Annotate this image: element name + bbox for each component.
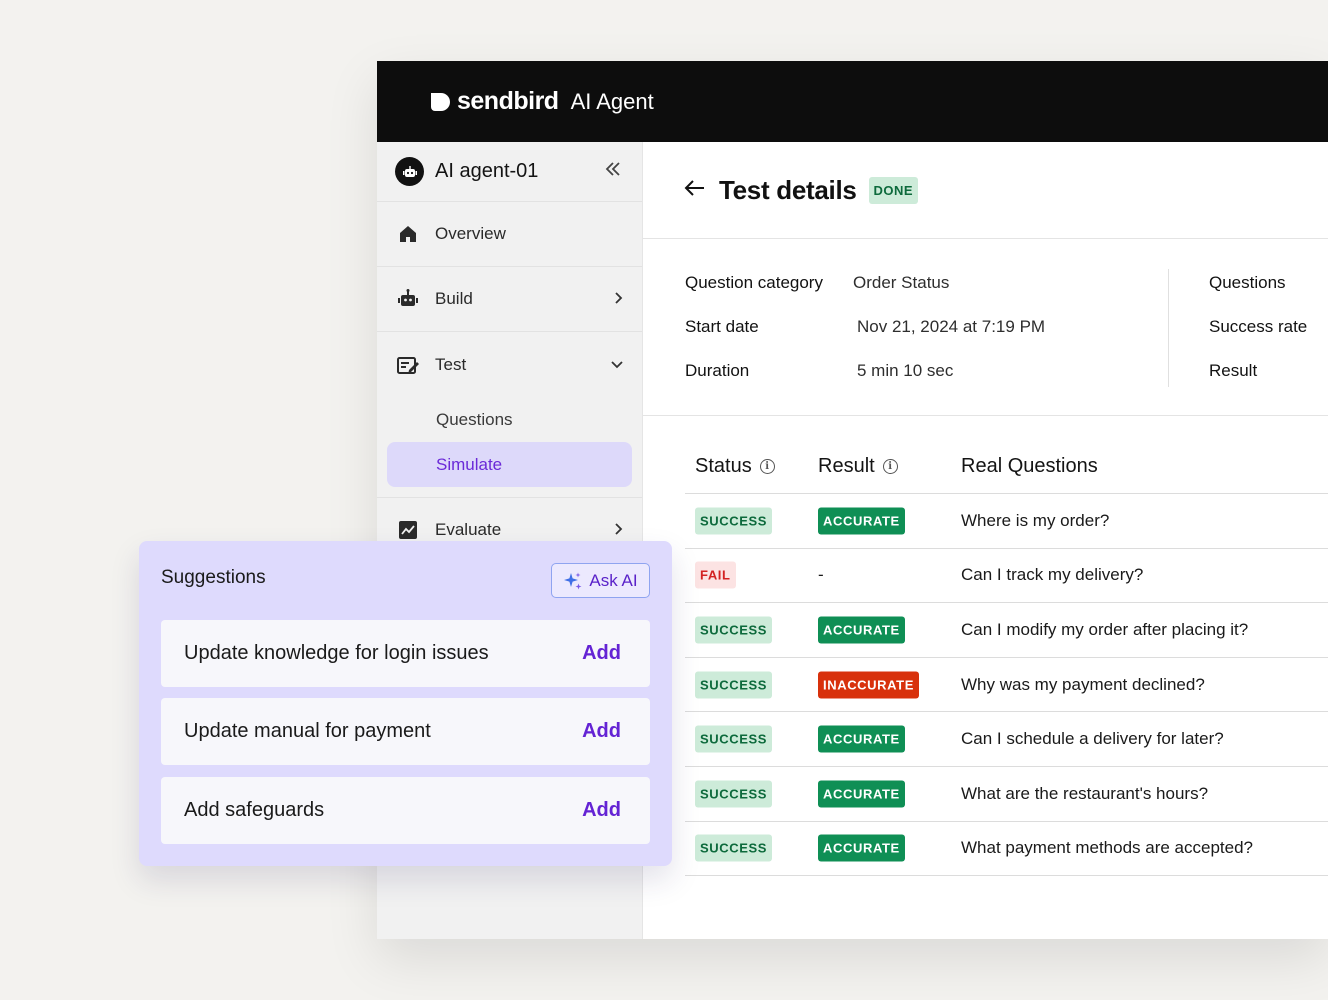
add-suggestion-button[interactable]: Add [582,642,621,665]
sidebar-item-label: Build [435,289,473,308]
question-text: What payment methods are accepted? [961,838,1253,858]
detail-label-questions: Questions [1209,273,1286,292]
result-badge: ACCURATE [818,834,905,862]
sidebar-item-build[interactable]: Build [377,267,642,332]
sidebar-subitem-questions[interactable]: Questions [387,397,632,442]
suggestion-item: Update knowledge for login issues Add [161,620,650,687]
detail-label: Start date [685,317,759,336]
chevron-down-icon [610,357,624,373]
detail-value: Nov 21, 2024 at 7:19 PM [857,317,1046,336]
sidebar-item-label: Overview [435,224,506,243]
sidebar-item-label: Test [435,354,467,374]
table-body: SUCCESS ACCURATE Where is my order? FAIL - Ca… [685,494,1328,877]
status-badge: SUCCESS [695,507,773,535]
chevron-right-icon [614,522,624,539]
add-suggestion-button[interactable]: Add [582,799,621,822]
add-suggestion-button[interactable]: Add [582,720,621,743]
table-row[interactable]: SUCCESS ACCURATE Can I modify my order aft… [685,603,1328,658]
result-badge: ACCURATE [818,780,905,808]
detail-row-duration: Duration 5 min 10 sec [685,361,953,381]
sidebar-group-test: Test Questions Simulate [377,332,642,498]
robot-avatar-icon [395,157,424,186]
info-icon[interactable]: i [882,458,898,474]
column-header-result[interactable]: Result i [818,455,898,478]
question-text: Can I schedule a delivery for later? [961,729,1224,749]
table-header: Status i Result i Real Questions [685,439,1328,494]
detail-value: Order Status [853,273,950,292]
brand-logo[interactable]: sendbird [429,87,559,116]
suggestion-item: Update manual for payment Add [161,698,650,765]
sparkle-icon [564,572,582,589]
detail-value: 5 min 10 sec [857,361,954,380]
column-header-label: Status [695,454,752,477]
result-badge: ACCURATE [818,507,905,535]
question-text: What are the restaurant's hours? [961,783,1209,803]
info-icon[interactable]: i [759,458,775,474]
column-header-question: Real Questions [961,454,1098,477]
sidebar-item-overview[interactable]: Overview [377,202,642,267]
status-badge: SUCCESS [695,671,773,699]
agent-name: AI agent-01 [435,160,539,182]
column-header-label: Result [818,454,875,477]
question-text: Where is my order? [961,510,1110,530]
detail-label-result: Result [1209,361,1258,380]
suggestion-item: Add safeguards Add [161,777,650,844]
table-row[interactable]: FAIL - Can I track my delivery? [685,549,1328,604]
detail-label: Question category [685,273,823,292]
chevron-right-icon [614,291,624,308]
suggestion-text: Update manual for payment [184,720,431,742]
detail-row-start: Start date Nov 21, 2024 at 7:19 PM [685,317,1045,337]
suggestion-text: Update knowledge for login issues [184,642,489,664]
top-bar: sendbird AI Agent [377,61,1328,142]
column-header-status[interactable]: Status i [695,455,775,478]
divider [1168,269,1169,387]
results-table: Status i Result i Real Questions SUCCESS… [685,439,1328,877]
question-text: Can I track my delivery? [961,565,1144,585]
table-row[interactable]: SUCCESS ACCURATE Where is my order? [685,494,1328,549]
ask-ai-label: Ask AI [589,570,638,590]
result-badge: ACCURATE [818,616,905,644]
home-icon [397,223,419,245]
test-summary: Question category Order Status Start dat… [643,239,1328,416]
agent-selector[interactable]: AI agent-01 [377,142,642,202]
page-title: Test details [719,174,857,205]
collapse-sidebar-icon[interactable] [604,160,622,183]
robot-icon [397,288,419,310]
status-badge: SUCCESS [695,780,773,808]
table-row[interactable]: SUCCESS INACCURATE Why was my payment decl… [685,658,1328,713]
detail-label: Duration [685,361,750,380]
status-badge: SUCCESS [695,834,773,862]
page-header: Test details DONE [643,142,1328,239]
suggestions-panel: Suggestions Ask AI Update knowledge for … [139,541,672,866]
detail-row-category: Question category Order Status [685,273,949,293]
result-badge: - [818,565,824,585]
sidebar-item-test[interactable]: Test [377,332,642,397]
ask-ai-button[interactable]: Ask AI [551,563,650,598]
chart-trend-icon [397,519,419,541]
back-arrow-icon[interactable] [683,176,705,204]
table-row[interactable]: SUCCESS ACCURATE Can I schedule a delivery… [685,712,1328,767]
detail-label-success-rate: Success rate [1209,317,1308,336]
product-name: AI Agent [570,88,654,114]
result-badge: INACCURATE [818,671,919,699]
sidebar-subitem-simulate[interactable]: Simulate [387,442,632,487]
status-badge: DONE [868,176,919,204]
table-row[interactable]: SUCCESS ACCURATE What are the restaurant's… [685,767,1328,822]
edit-list-icon [397,354,419,376]
result-badge: ACCURATE [818,725,905,753]
status-badge: FAIL [695,561,736,589]
status-badge: SUCCESS [695,725,773,753]
sidebar-item-label: Evaluate [435,520,502,539]
suggestion-text: Add safeguards [184,799,325,821]
question-text: Can I modify my order after placing it? [961,619,1249,639]
question-text: Why was my payment declined? [961,674,1205,694]
brand-name: sendbird [457,87,559,115]
main-panel: Test details DONE Question category Orde… [643,142,1328,939]
table-row[interactable]: SUCCESS ACCURATE What payment methods are … [685,822,1328,877]
status-badge: SUCCESS [695,616,773,644]
suggestions-title: Suggestions [161,567,266,588]
sendbird-logo-icon [431,92,450,111]
